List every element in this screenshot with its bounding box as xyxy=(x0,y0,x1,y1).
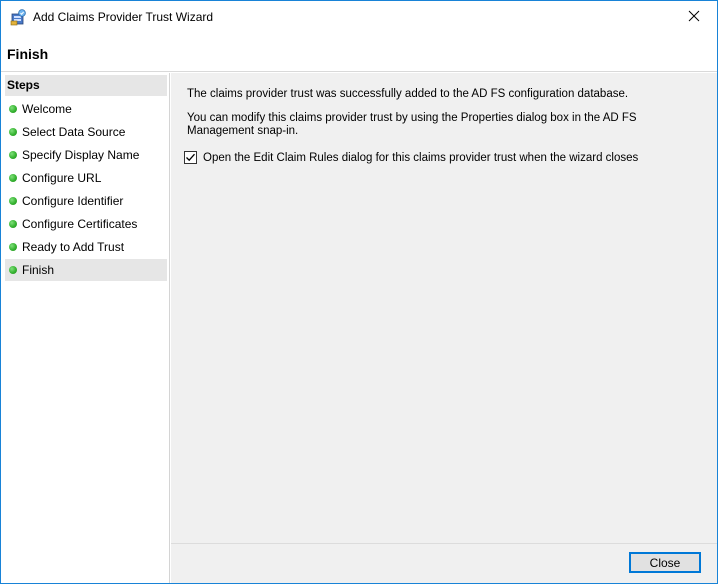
sidebar-item-specify-display-name: Specify Display Name xyxy=(5,144,167,166)
steps-sidebar: Steps Welcome Select Data Source Specify… xyxy=(1,73,170,583)
edit-claim-rules-label[interactable]: Open the Edit Claim Rules dialog for thi… xyxy=(203,152,638,164)
success-message: The claims provider trust was successful… xyxy=(187,88,629,100)
close-button[interactable]: Close xyxy=(629,552,701,573)
edit-claim-rules-checkbox[interactable] xyxy=(184,151,197,164)
step-current-icon xyxy=(9,266,17,274)
sidebar-item-configure-identifier: Configure Identifier xyxy=(5,190,167,212)
sidebar-item-configure-url: Configure URL xyxy=(5,167,167,189)
adfs-wizard-icon xyxy=(10,8,28,26)
wizard-header: Finish xyxy=(1,32,717,72)
step-complete-icon xyxy=(9,105,17,113)
sidebar-item-ready-to-add-trust: Ready to Add Trust xyxy=(5,236,167,258)
close-icon[interactable] xyxy=(679,4,709,28)
sidebar-item-configure-certificates: Configure Certificates xyxy=(5,213,167,235)
sidebar-item-label: Configure URL xyxy=(22,171,102,185)
wizard-footer: Close xyxy=(171,543,717,583)
sidebar-item-label: Finish xyxy=(22,263,55,277)
edit-claim-rules-option[interactable]: Open the Edit Claim Rules dialog for thi… xyxy=(184,151,638,164)
steps-heading: Steps xyxy=(5,75,167,96)
wizard-window: Add Claims Provider Trust Wizard Finish … xyxy=(0,0,718,584)
modify-message: You can modify this claims provider trus… xyxy=(187,112,637,137)
window-title: Add Claims Provider Trust Wizard xyxy=(33,10,214,24)
sidebar-item-label: Configure Certificates xyxy=(22,217,138,231)
wizard-content: The claims provider trust was successful… xyxy=(171,73,717,543)
step-complete-icon xyxy=(9,128,17,136)
sidebar-item-label: Welcome xyxy=(22,102,72,116)
title-bar: Add Claims Provider Trust Wizard xyxy=(1,1,717,32)
sidebar-item-welcome: Welcome xyxy=(5,98,167,120)
page-title: Finish xyxy=(7,46,49,62)
step-complete-icon xyxy=(9,151,17,159)
sidebar-item-select-data-source: Select Data Source xyxy=(5,121,167,143)
step-complete-icon xyxy=(9,220,17,228)
step-complete-icon xyxy=(9,174,17,182)
sidebar-item-label: Configure Identifier xyxy=(22,194,124,208)
step-complete-icon xyxy=(9,197,17,205)
sidebar-item-label: Select Data Source xyxy=(22,125,126,139)
step-complete-icon xyxy=(9,243,17,251)
sidebar-item-label: Ready to Add Trust xyxy=(22,240,125,254)
sidebar-item-finish: Finish xyxy=(5,259,167,281)
sidebar-item-label: Specify Display Name xyxy=(22,148,140,162)
